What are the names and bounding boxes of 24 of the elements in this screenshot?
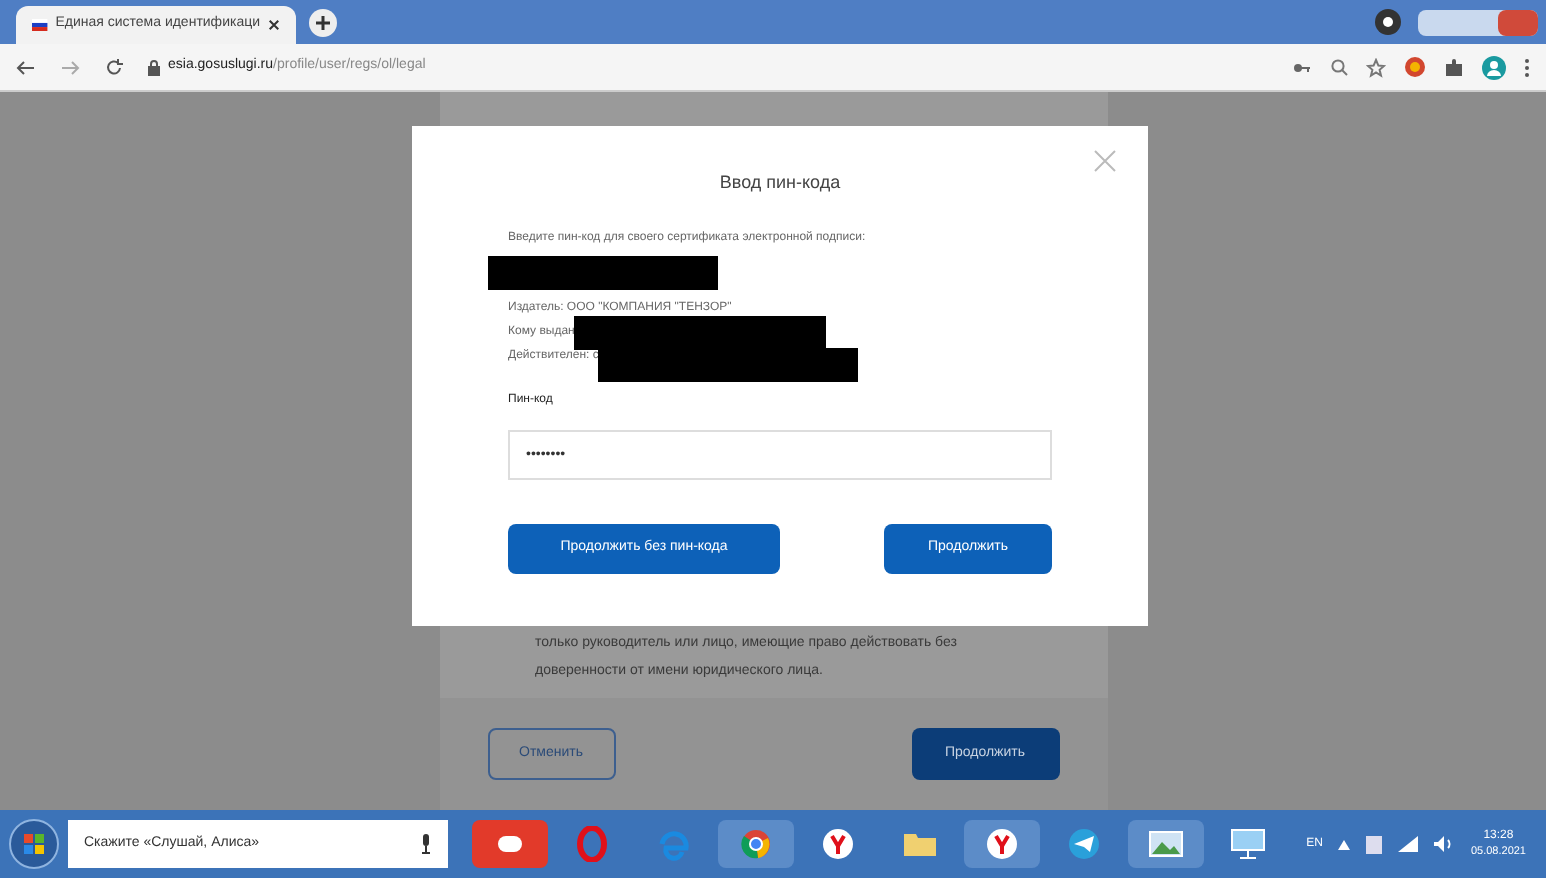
window-controls[interactable]	[1418, 9, 1538, 35]
volume-icon[interactable]	[1434, 836, 1455, 852]
flag-icon	[32, 18, 48, 32]
new-tab-icon[interactable]	[308, 8, 338, 38]
taskbar-app-icon[interactable]	[1128, 820, 1204, 868]
reload-icon[interactable]	[104, 57, 124, 77]
avatar-icon[interactable]	[1482, 55, 1506, 79]
dialog-title: Ввод пин-кода	[719, 170, 841, 196]
tray-arrow-icon[interactable]	[1338, 839, 1351, 849]
network-icon[interactable]	[1398, 836, 1419, 852]
lock-icon	[148, 59, 160, 75]
menu-icon[interactable]	[1524, 57, 1530, 77]
microphone-icon	[420, 834, 432, 854]
taskbar-app-icon[interactable]	[964, 820, 1040, 868]
taskbar-app-icon[interactable]	[472, 820, 548, 868]
key-icon[interactable]	[1292, 59, 1312, 75]
profile-icon[interactable]	[1374, 8, 1402, 36]
close-icon[interactable]	[268, 18, 280, 32]
taskbar-app-icon[interactable]	[718, 820, 794, 868]
extension-icon[interactable]	[1404, 56, 1426, 78]
star-icon[interactable]	[1366, 57, 1386, 77]
start-button-icon[interactable]	[8, 818, 60, 870]
search-icon[interactable]	[1330, 58, 1348, 76]
back-icon[interactable]	[16, 57, 36, 77]
